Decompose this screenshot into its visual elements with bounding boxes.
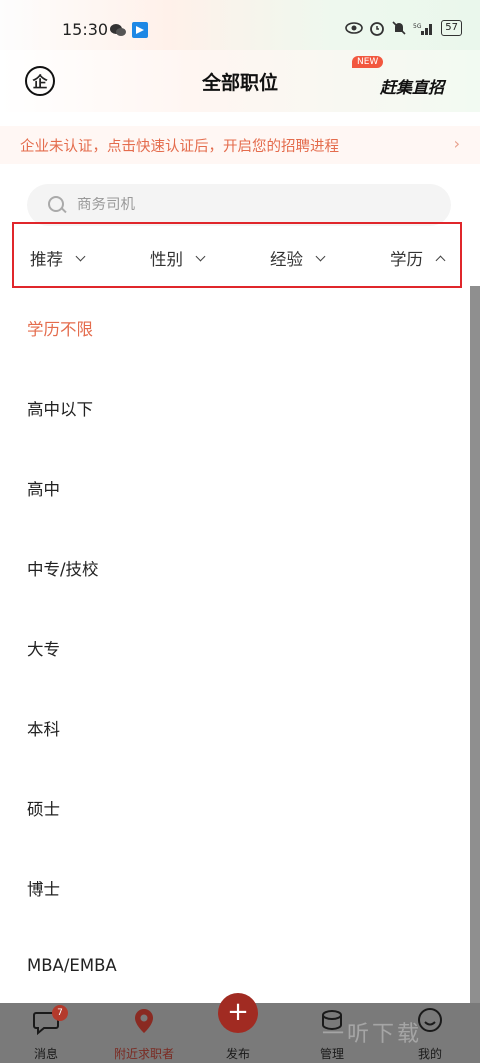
filter-gender-label: 性别: [150, 250, 183, 269]
mute-bell-icon: [392, 21, 406, 35]
new-badge: NEW: [352, 56, 384, 68]
app-notification-icon: [132, 22, 148, 38]
svg-text:5G: 5G: [413, 23, 422, 30]
option-below-high-school[interactable]: 高中以下: [27, 396, 93, 420]
dim-overlay[interactable]: [470, 286, 480, 1006]
filter-experience[interactable]: 经验: [270, 246, 326, 270]
watermark: 一听下载: [322, 1022, 423, 1047]
chevron-up-icon: [435, 255, 446, 265]
filter-education[interactable]: 学历: [390, 246, 446, 270]
nav-label-publish: 发布: [225, 1047, 250, 1061]
chevron-down-icon: [315, 251, 326, 261]
plus-icon: +: [218, 993, 258, 1033]
app-header: 企 全部职位 NEW 赶集直招: [0, 50, 480, 112]
battery-indicator: 57: [441, 20, 462, 36]
option-bachelor[interactable]: 本科: [27, 716, 60, 740]
alarm-icon: [370, 22, 385, 36]
filter-recommend-label: 推荐: [30, 250, 63, 269]
filter-education-label: 学历: [390, 250, 423, 269]
chevron-down-icon: [75, 251, 86, 261]
search-input[interactable]: [77, 197, 377, 213]
message-count-badge: 7: [52, 1005, 68, 1021]
signal-icon: 5G: [413, 23, 433, 35]
certification-banner[interactable]: 企业未认证，点击快速认证后，开启您的招聘进程 ›: [0, 126, 480, 164]
chevron-right-icon: ›: [453, 134, 460, 153]
wechat-icon: [110, 24, 126, 36]
option-vocational-school[interactable]: 中专/技校: [27, 556, 99, 580]
option-education-any[interactable]: 学历不限: [27, 316, 93, 340]
status-system-icons: 5G 57: [345, 20, 462, 36]
status-notification-icons: [110, 22, 148, 38]
filter-gender[interactable]: 性别: [150, 246, 206, 270]
option-junior-college[interactable]: 大专: [27, 636, 60, 660]
eye-icon: [345, 22, 364, 34]
search-icon: [47, 195, 67, 215]
chevron-down-icon: [195, 251, 206, 261]
status-time: 15:30: [62, 20, 109, 39]
ganji-direct-hire-link[interactable]: 赶集直招: [380, 74, 444, 98]
filter-bar: 推荐 性别 经验 学历: [12, 222, 462, 288]
location-person-icon: [135, 1009, 153, 1033]
nav-label-nearby-seekers: 附近求职者: [113, 1047, 174, 1061]
option-master[interactable]: 硕士: [27, 796, 60, 820]
filter-recommend[interactable]: 推荐: [30, 246, 86, 270]
option-high-school[interactable]: 高中: [27, 476, 60, 500]
option-mba-emba[interactable]: MBA/EMBA: [27, 956, 117, 975]
certification-banner-text: 企业未认证，点击快速认证后，开启您的招聘进程: [20, 138, 339, 155]
filter-experience-label: 经验: [270, 250, 303, 269]
nav-label-messages: 消息: [33, 1047, 58, 1061]
search-bar[interactable]: [27, 184, 451, 226]
option-doctorate[interactable]: 博士: [27, 876, 60, 900]
